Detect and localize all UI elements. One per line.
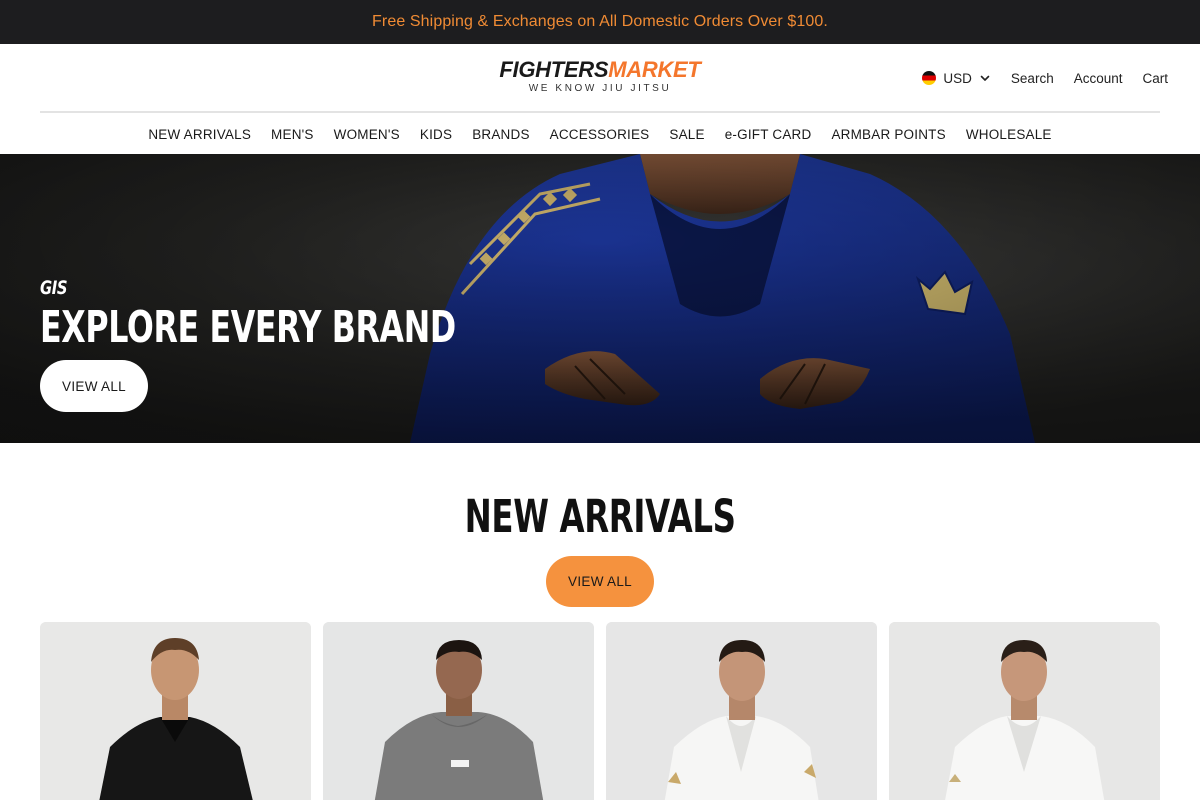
header-divider (40, 111, 1160, 113)
cart-link[interactable]: Cart (1142, 71, 1168, 86)
product-grid (40, 622, 1160, 800)
nav-item-womens[interactable]: WOMEN'S (334, 127, 400, 142)
account-link[interactable]: Account (1074, 71, 1123, 86)
germany-flag-icon (922, 71, 937, 85)
search-link[interactable]: Search (1011, 71, 1054, 86)
chevron-down-icon (980, 75, 990, 81)
nav-item-egift-card[interactable]: e-GIFT CARD (725, 127, 812, 142)
new-arrivals-title: NEW ARRIVALS (464, 490, 736, 543)
nav-item-mens[interactable]: MEN'S (271, 127, 314, 142)
new-arrivals-view-all-button[interactable]: VIEW ALL (546, 556, 654, 607)
product-card[interactable] (40, 622, 311, 800)
site-header: FIGHTERSMARKET WE KNOW JIU JITSU USD Sea… (0, 44, 1200, 112)
logo-text-fighters: FIGHTERS (499, 57, 609, 82)
header-actions: USD Search Account Cart (922, 44, 1168, 112)
product-image-man-white-gi (606, 622, 877, 800)
product-image-man-black-jacket (40, 622, 311, 800)
logo-text-market: MARKET (608, 57, 701, 82)
product-card[interactable] (606, 622, 877, 800)
hero-title: EXPLORE EVERY BRAND (40, 302, 456, 353)
nav-item-kids[interactable]: KIDS (420, 127, 452, 142)
nav-item-sale[interactable]: SALE (669, 127, 704, 142)
currency-selector[interactable]: USD (922, 71, 991, 86)
new-arrivals-heading: NEW ARRIVALS (0, 490, 1200, 543)
announcement-text: Free Shipping & Exchanges on All Domesti… (372, 13, 828, 30)
nav-item-armbar-points[interactable]: ARMBAR POINTS (831, 127, 945, 142)
nav-item-new-arrivals[interactable]: NEW ARRIVALS (148, 127, 251, 142)
nav-item-accessories[interactable]: ACCESSORIES (550, 127, 650, 142)
product-card[interactable] (889, 622, 1160, 800)
currency-label: USD (943, 70, 972, 86)
product-image-man-white-gi (889, 622, 1160, 800)
nav-item-brands[interactable]: BRANDS (472, 127, 529, 142)
hero-eyebrow: GIS (40, 277, 68, 299)
hero-image (0, 154, 1200, 443)
hero-view-all-button[interactable]: VIEW ALL (40, 360, 148, 412)
product-image-man-gray-hoodie (323, 622, 594, 800)
announcement-bar: Free Shipping & Exchanges on All Domesti… (0, 0, 1200, 44)
nav-item-wholesale[interactable]: WHOLESALE (966, 127, 1052, 142)
hero-banner[interactable]: GIS EXPLORE EVERY BRAND VIEW ALL (0, 154, 1200, 443)
product-card[interactable] (323, 622, 594, 800)
main-nav: NEW ARRIVALS MEN'S WOMEN'S KIDS BRANDS A… (0, 114, 1200, 154)
